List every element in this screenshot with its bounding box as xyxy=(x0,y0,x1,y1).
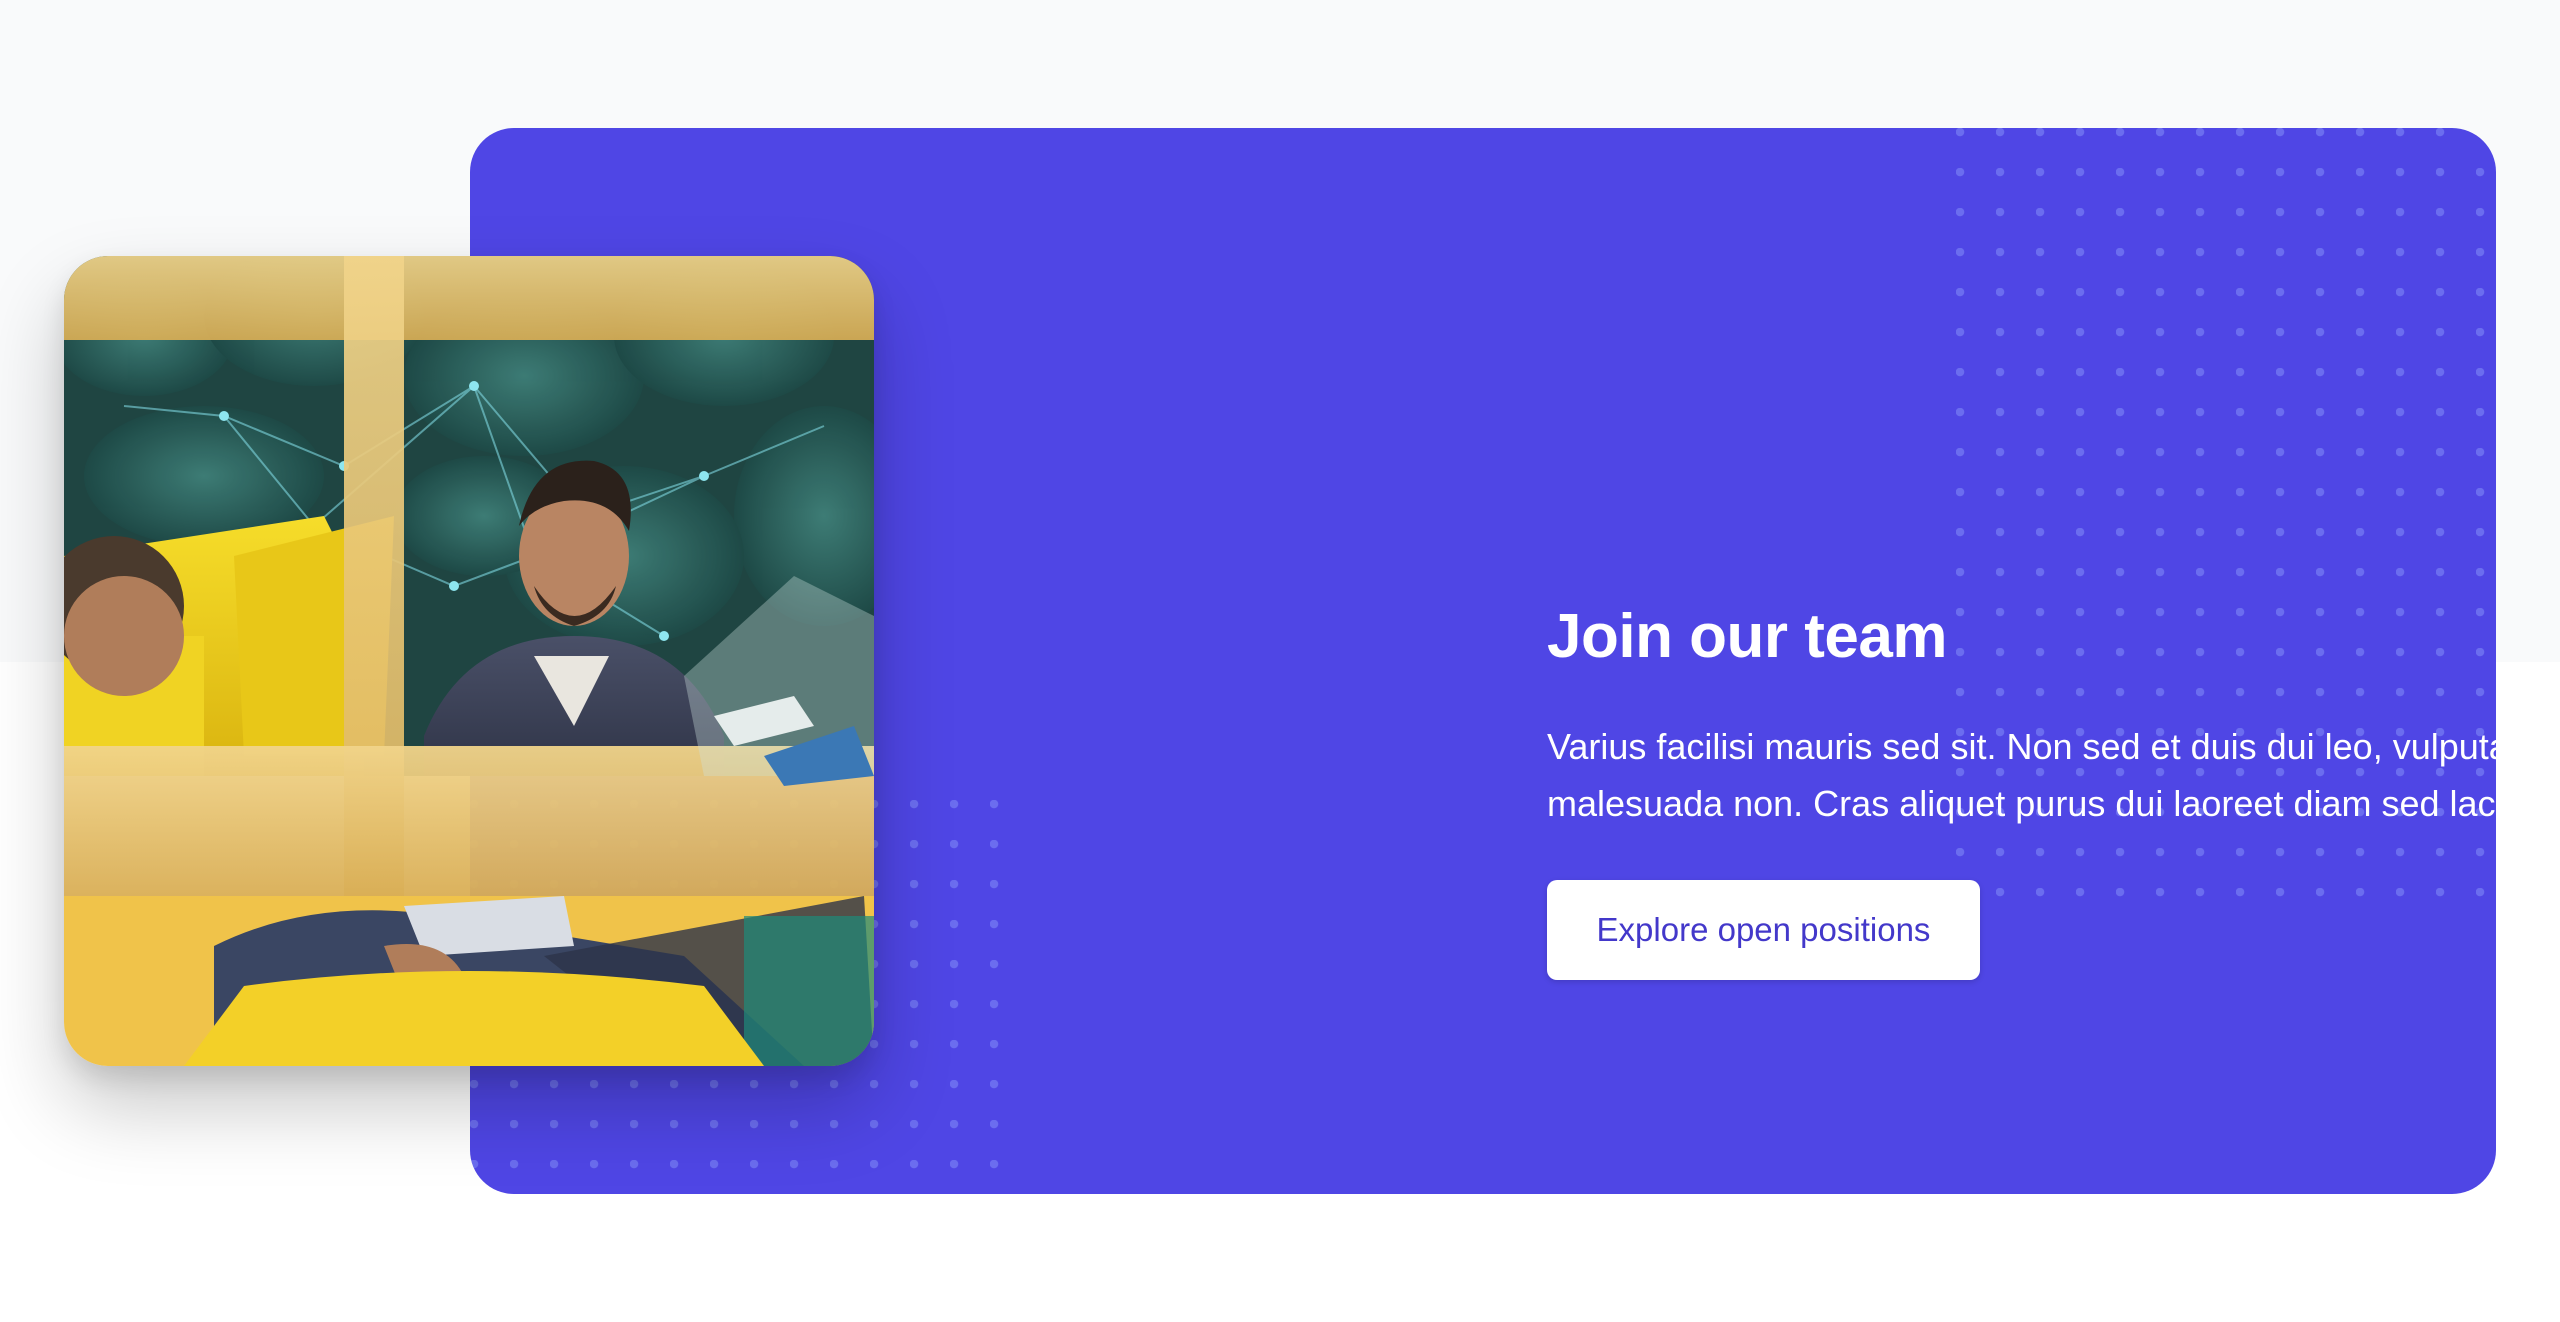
section-heading: Join our team xyxy=(1547,602,1948,671)
explore-positions-button[interactable]: Explore open positions xyxy=(1547,880,1980,980)
section-description: Varius facilisi mauris sed sit. Non sed … xyxy=(1547,726,2496,824)
team-photo xyxy=(64,256,874,1066)
